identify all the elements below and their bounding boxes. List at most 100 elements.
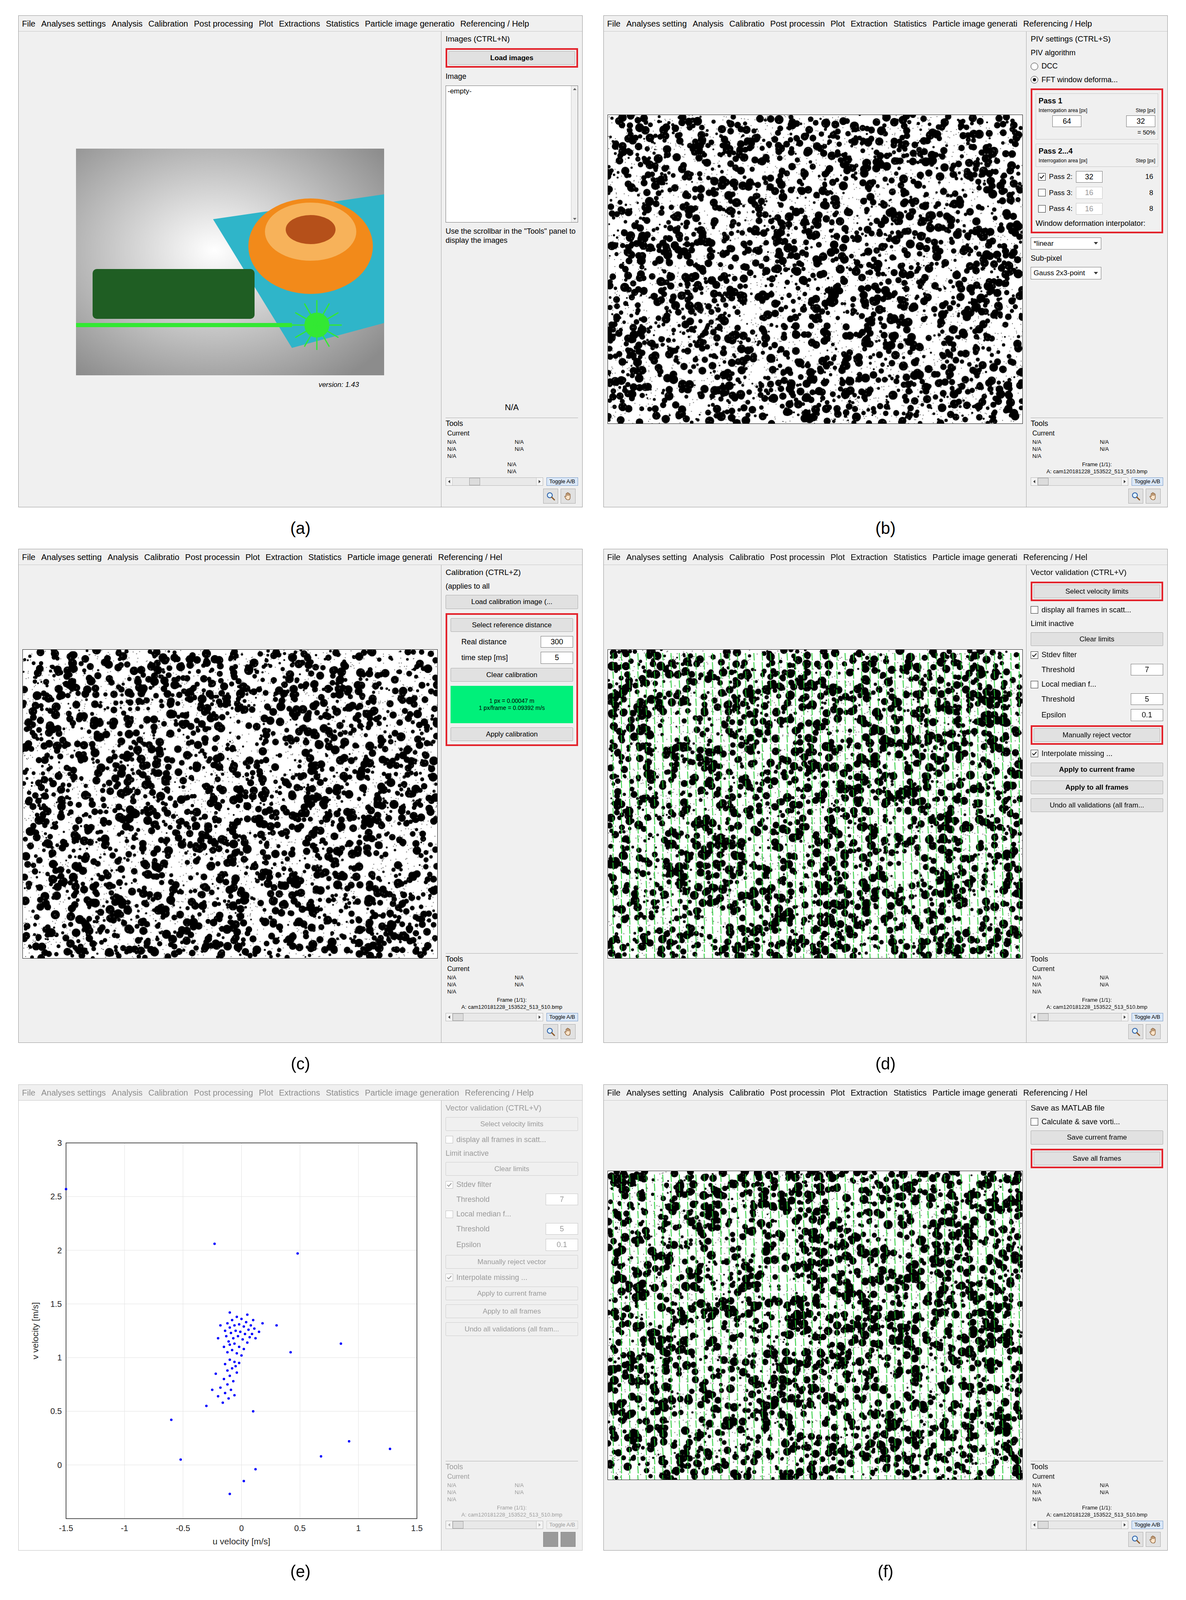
slider-right-button[interactable] [1121, 477, 1128, 486]
slider-left-button[interactable] [1031, 477, 1038, 486]
text-field[interactable]: 300 [540, 636, 574, 649]
button[interactable]: Apply to current frame [445, 1286, 579, 1301]
menu-item[interactable]: Analyses setting [626, 17, 687, 30]
menu-item[interactable]: Plot [258, 17, 273, 30]
checkbox[interactable] [1030, 749, 1039, 758]
frame-slider[interactable] [445, 477, 544, 486]
pan-button[interactable] [560, 1532, 576, 1548]
slider-left-button[interactable] [1031, 1013, 1038, 1022]
frame-slider[interactable] [445, 1521, 544, 1530]
menu-item[interactable]: Calibration [148, 17, 189, 30]
menu-item[interactable]: File [607, 551, 621, 564]
menu-item[interactable]: Extraction [265, 551, 303, 564]
menu-item[interactable]: Statistics [893, 17, 927, 30]
checkbox[interactable] [445, 1274, 454, 1282]
checkbox-row[interactable]: Stdev filter [445, 1180, 579, 1190]
menu-item[interactable]: Referencing / Hel [1023, 551, 1088, 564]
button[interactable]: Clear limits [1030, 632, 1164, 647]
menu-item[interactable]: File [22, 17, 36, 30]
menu-item[interactable]: Statistics [308, 551, 342, 564]
checkbox[interactable] [1030, 681, 1039, 689]
slider-thumb[interactable] [1037, 1013, 1049, 1022]
menu-item[interactable]: Referencing / Hel [1023, 1086, 1088, 1100]
text-field[interactable]: 64 [1052, 115, 1082, 128]
menu-item[interactable]: Extraction [850, 1086, 888, 1100]
slider-right-button[interactable] [536, 1521, 543, 1530]
menu-item[interactable]: Analyses setting [626, 1086, 687, 1100]
menu-item[interactable]: Referencing / Hel [438, 551, 503, 564]
checkbox[interactable] [445, 1181, 454, 1189]
checkbox[interactable] [445, 1210, 454, 1219]
button[interactable]: Clear limits [445, 1162, 579, 1177]
text-field[interactable]: 32 [1126, 115, 1156, 128]
scrollbar[interactable] [570, 85, 578, 223]
slider-left-button[interactable] [445, 1013, 453, 1022]
zoom-button[interactable] [1128, 488, 1144, 504]
checkbox[interactable] [445, 1136, 454, 1144]
slider-thumb[interactable] [1037, 1521, 1049, 1530]
menu-item[interactable]: Analyses settings [41, 1086, 106, 1100]
pan-button[interactable] [1145, 1532, 1161, 1548]
text-field[interactable]: 5 [540, 651, 574, 665]
slider-right-button[interactable] [536, 1013, 543, 1022]
slider-thumb[interactable] [469, 477, 481, 486]
menu-item[interactable]: Statistics [325, 17, 360, 30]
pan-button[interactable] [1145, 488, 1161, 504]
checkbox[interactable] [1030, 606, 1039, 614]
button[interactable]: Apply to all frames [1030, 780, 1164, 795]
menu-item[interactable]: Plot [830, 551, 845, 564]
button[interactable]: Manually reject vector [445, 1255, 579, 1270]
menu-item[interactable]: Analysis [692, 17, 724, 30]
toggle-button[interactable]: Toggle A/B [546, 1013, 579, 1022]
toggle-button[interactable]: Toggle A/B [546, 1521, 579, 1530]
slider-right-button[interactable] [1121, 1013, 1128, 1022]
menu-item[interactable]: File [607, 17, 621, 30]
menu-item[interactable]: Post processin [770, 551, 825, 564]
menu-item[interactable]: Analysis [692, 1086, 724, 1100]
menu-item[interactable]: Analyses setting [41, 551, 102, 564]
menu-item[interactable]: Particle image generati [347, 551, 433, 564]
checkbox-row[interactable]: Interpolate missing ... [1030, 749, 1164, 759]
checkbox[interactable] [1030, 1118, 1039, 1126]
menu-item[interactable]: File [607, 1086, 621, 1100]
menu-item[interactable]: Particle image generati [932, 551, 1018, 564]
button[interactable]: Select reference distance [450, 618, 574, 633]
menu-item[interactable]: Particle image generation [365, 1086, 460, 1100]
button[interactable]: Apply calibration [450, 727, 574, 742]
slider-left-button[interactable] [1031, 1521, 1038, 1530]
menu-item[interactable]: Referencing / Help [465, 1086, 535, 1100]
pan-button[interactable] [560, 488, 576, 504]
menu-item[interactable]: File [22, 1086, 36, 1100]
checkbox-row[interactable]: display all frames in scatt... [1030, 605, 1164, 616]
button[interactable]: Load images [448, 51, 576, 65]
button[interactable]: Select velocity limits [445, 1117, 579, 1132]
checkbox-row[interactable]: Interpolate missing ... [445, 1273, 579, 1283]
radio-row[interactable]: FFT window deforma... [1030, 75, 1164, 85]
frame-slider[interactable] [1030, 477, 1129, 486]
slider-thumb[interactable] [452, 1521, 464, 1530]
button[interactable]: Load calibration image (... [445, 595, 579, 609]
button[interactable]: Select velocity limits [1033, 584, 1161, 599]
menu-item[interactable]: Particle image generati [932, 17, 1018, 30]
frame-slider[interactable] [445, 1013, 544, 1022]
zoom-button[interactable] [543, 1024, 559, 1040]
checkbox-row[interactable]: Calculate & save vorti... [1030, 1117, 1164, 1128]
slider-left-button[interactable] [445, 477, 453, 486]
scroll-up-icon[interactable] [572, 87, 577, 91]
menu-item[interactable]: Analysis [692, 551, 724, 564]
menu-item[interactable]: Analyses settings [41, 17, 106, 30]
menu-item[interactable]: Plot [245, 551, 260, 564]
slider-thumb[interactable] [1037, 477, 1049, 486]
scroll-down-icon[interactable] [572, 217, 577, 221]
menu-item[interactable]: Calibratio [729, 17, 765, 30]
text-field[interactable]: 16 [1075, 186, 1103, 199]
button[interactable]: Undo all validations (all fram... [445, 1322, 579, 1337]
menu-item[interactable]: File [22, 551, 36, 564]
zoom-button[interactable] [543, 1532, 559, 1548]
button[interactable]: Clear calibration [450, 668, 574, 682]
toggle-button[interactable]: Toggle A/B [1131, 477, 1164, 486]
menu-item[interactable]: Plot [258, 1086, 273, 1100]
menu-item[interactable]: Calibratio [729, 551, 765, 564]
menu-item[interactable]: Particle image generati [932, 1086, 1018, 1100]
slider-right-button[interactable] [1121, 1521, 1128, 1530]
